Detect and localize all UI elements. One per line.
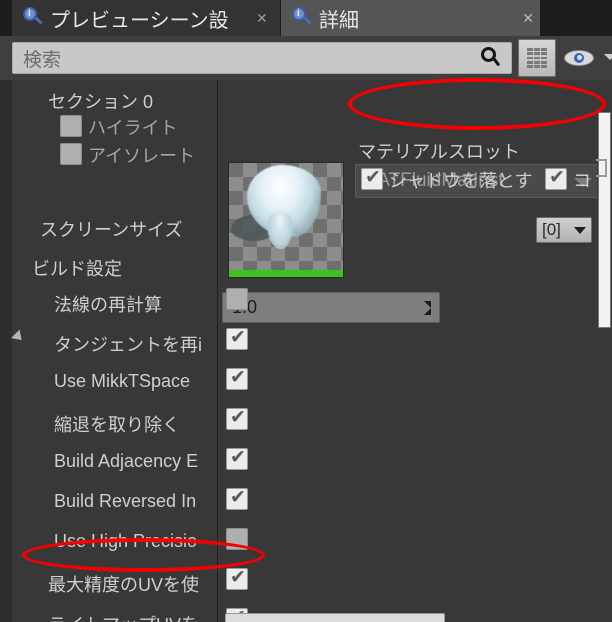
section-title: セクション 0: [48, 92, 154, 112]
label-cast-shadow: シャドウを落とす: [389, 171, 533, 191]
screen-size-input[interactable]: 1.0: [222, 292, 440, 323]
label-recompute-normals: 法線の再計算: [54, 295, 162, 315]
search-toolbar: 検索: [0, 36, 612, 80]
magnifier-info-icon: i: [291, 7, 313, 29]
label-recompute-tangents: タンジェントを再i: [54, 335, 202, 355]
label-build-reversed-index-buffer: Build Reversed In: [54, 491, 197, 511]
properties-panel: セクション 0 ハイライト アイソレート VATFluidMatInst マテリ…: [0, 80, 612, 622]
tab-details[interactable]: i 詳細 ✕: [281, 0, 540, 36]
checkbox-isolate[interactable]: [60, 143, 82, 165]
label-use-high-precision-tangent: Use High Precisio: [54, 531, 198, 551]
checkbox-use-mikktspace[interactable]: ✔: [226, 368, 248, 390]
search-placeholder: 検索: [23, 49, 62, 71]
material-slot-value: [0]: [542, 220, 561, 239]
column-divider[interactable]: [217, 80, 218, 622]
checkbox-use-full-precision-uvs[interactable]: ✔: [226, 568, 248, 590]
checkbox-recompute-normals[interactable]: [226, 288, 248, 310]
tab-close-icon[interactable]: ✕: [522, 11, 534, 25]
thumbnail-status-bar: [229, 270, 343, 277]
search-icon: [479, 47, 501, 71]
tab-label: プレビューシーン設: [50, 9, 229, 32]
triangle-down-icon[interactable]: [11, 329, 26, 345]
checkbox-remove-degenerates[interactable]: ✔: [226, 408, 248, 430]
label-isolate: アイソレート: [88, 146, 196, 166]
magnifier-info-icon: i: [22, 7, 44, 29]
grid-view-icon[interactable]: [518, 39, 556, 77]
tab-preview-scene-settings[interactable]: i プレビューシーン設 ✕: [12, 0, 280, 36]
checkbox-highlight[interactable]: [60, 115, 82, 137]
eye-visibility-icon[interactable]: [564, 48, 598, 68]
bracket-marker-icon: [596, 159, 607, 177]
left-gutter: [0, 80, 12, 622]
label-highlight: ハイライト: [88, 118, 178, 138]
checkbox-build-reversed-index-buffer[interactable]: ✔: [226, 488, 248, 510]
search-input[interactable]: 検索: [12, 42, 512, 74]
details-panel-window: i プレビューシーン設 ✕ i 詳細 ✕ 検索 セクション 0 ハイライト アイ…: [0, 0, 612, 622]
checkbox-collision[interactable]: ✔: [545, 168, 567, 190]
checkbox-cast-shadow[interactable]: ✔: [361, 168, 383, 190]
label-remove-degenerates: 縮退を取り除く: [54, 415, 180, 435]
label-build-settings: ビルド設定: [32, 259, 122, 279]
label-generate-lightmap-uvs: ライトマップUVを: [48, 611, 217, 622]
checkbox-build-adjacency-buffer[interactable]: ✔: [226, 448, 248, 470]
tab-close-icon[interactable]: ✕: [256, 11, 268, 25]
tab-strip: i プレビューシーン設 ✕ i 詳細 ✕: [0, 0, 612, 36]
label-screen-size: スクリーンサイズ: [40, 220, 183, 240]
partial-row-widget[interactable]: [225, 613, 445, 622]
material-slot-dropdown[interactable]: [0]: [536, 217, 592, 243]
label-build-adjacency-buffer: Build Adjacency E: [54, 451, 199, 471]
label-material-slot: マテリアルスロット: [358, 142, 520, 162]
label-use-full-precision-uvs: 最大精度のUVを使: [48, 575, 200, 595]
chevron-down-icon: [574, 227, 586, 234]
checkbox-recompute-tangents[interactable]: ✔: [226, 328, 248, 350]
checkbox-use-high-precision-tangent[interactable]: [226, 528, 248, 550]
label-use-mikktspace: Use MikkTSpace: [54, 371, 191, 391]
vertical-scrollbar-thumb[interactable]: [598, 112, 611, 328]
resize-grip-icon[interactable]: [417, 301, 431, 315]
tab-label: 詳細: [319, 9, 359, 32]
label-collision: コ: [573, 171, 591, 191]
material-thumbnail[interactable]: [228, 162, 344, 278]
chevron-down-icon[interactable]: [604, 54, 612, 60]
